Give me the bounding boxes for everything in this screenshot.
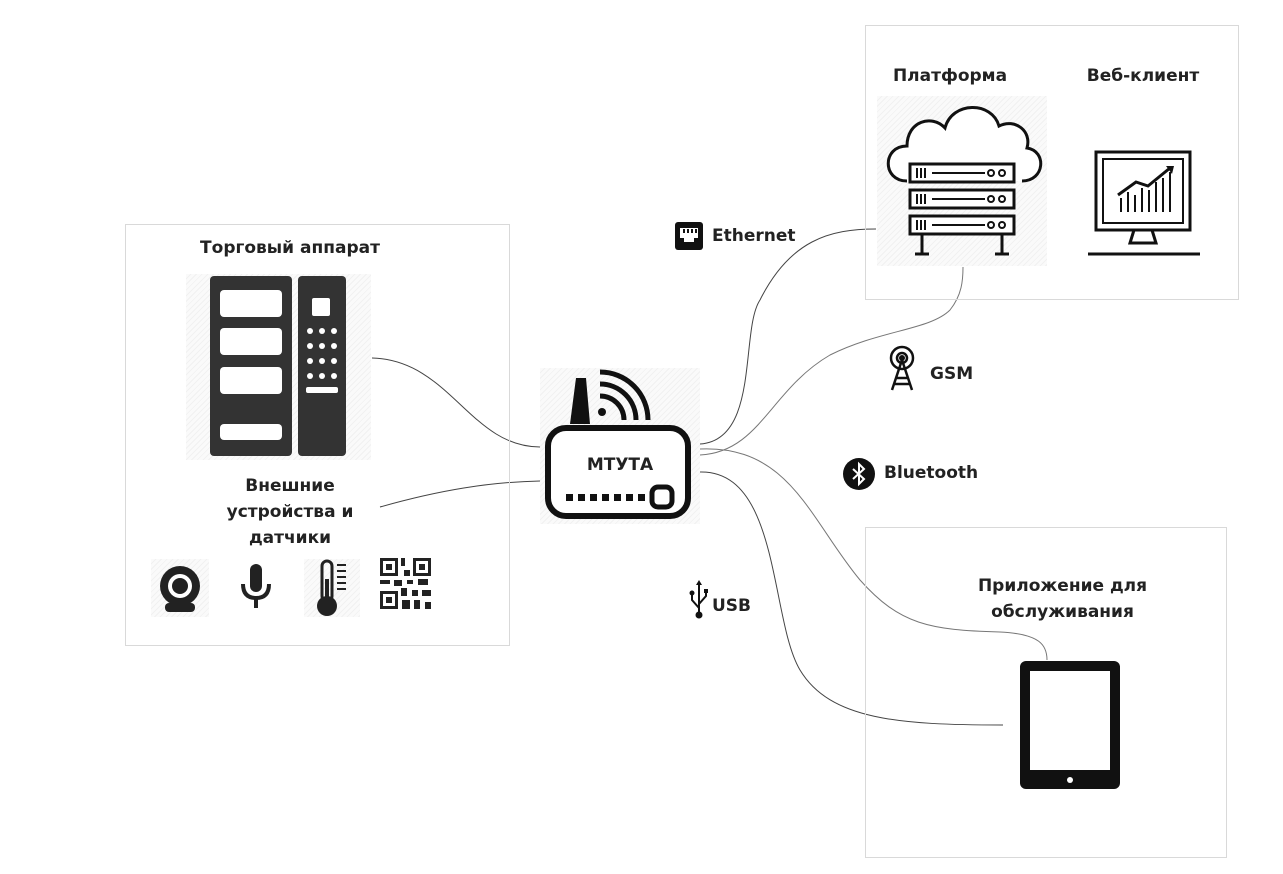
gsm-label: GSM bbox=[930, 364, 974, 384]
thermometer-icon bbox=[304, 559, 360, 617]
bluetooth-label: Bluetooth bbox=[884, 463, 979, 483]
platform-title: Платформа bbox=[892, 66, 1008, 86]
router-icon bbox=[540, 368, 700, 524]
cloud-server-icon bbox=[877, 96, 1047, 266]
gsm-tower-icon bbox=[884, 344, 920, 392]
devices-title: Внешние устройства и датчики bbox=[226, 476, 354, 548]
web-client-title: Веб-клиент bbox=[1086, 66, 1200, 86]
usb-label: USB bbox=[712, 596, 752, 616]
router-label: МТУТА bbox=[586, 455, 654, 475]
qr-code-icon bbox=[380, 558, 431, 609]
service-app-title: Приложение для обслуживания bbox=[977, 576, 1148, 622]
bluetooth-icon bbox=[842, 457, 876, 491]
usb-icon bbox=[688, 580, 710, 620]
webcam-icon bbox=[151, 559, 209, 617]
microphone-icon bbox=[236, 560, 276, 616]
ethernet-icon bbox=[675, 222, 703, 250]
web-client-monitor-icon bbox=[1088, 150, 1200, 258]
ethernet-label: Ethernet bbox=[712, 226, 796, 246]
vending-machine-icon bbox=[186, 274, 371, 460]
line-ethernet bbox=[699, 228, 877, 445]
tablet-icon bbox=[1019, 660, 1121, 790]
vending-machine-title: Торговый аппарат bbox=[200, 238, 380, 258]
